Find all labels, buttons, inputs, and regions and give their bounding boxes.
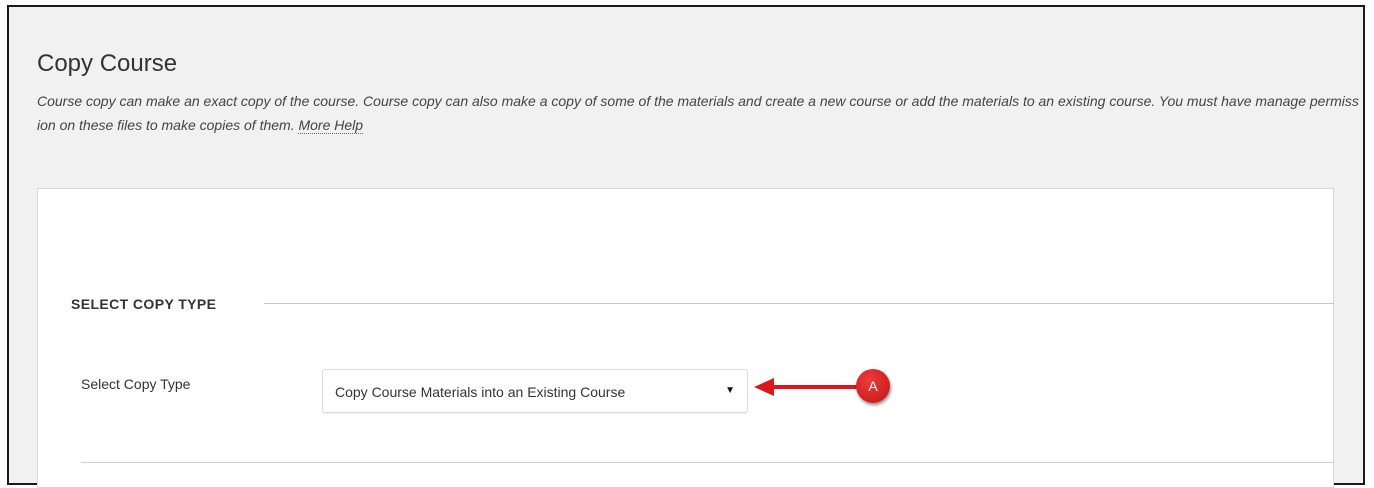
annotation-marker-a: A bbox=[856, 369, 890, 403]
more-help-link[interactable]: More Help bbox=[298, 117, 364, 134]
page-description: Course copy can make an exact copy of th… bbox=[37, 89, 1361, 137]
annotation-arrow-icon bbox=[754, 378, 860, 396]
copy-options-panel: SELECT COPY TYPE Select Copy Type Copy C… bbox=[37, 188, 1334, 488]
description-text: Course copy can make an exact copy of th… bbox=[37, 93, 1359, 133]
page-title: Copy Course bbox=[37, 50, 178, 77]
caret-down-icon: ▼ bbox=[725, 385, 735, 396]
app-window: Copy Course Course copy can make an exac… bbox=[7, 5, 1365, 488]
copy-type-select[interactable]: Copy Course Materials into an Existing C… bbox=[322, 369, 748, 413]
copy-type-label: Select Copy Type bbox=[81, 376, 191, 392]
section-divider bbox=[264, 303, 1334, 304]
bottom-divider bbox=[81, 462, 1334, 463]
section-heading: SELECT COPY TYPE bbox=[71, 296, 217, 312]
copy-type-selected-value: Copy Course Materials into an Existing C… bbox=[335, 384, 626, 400]
